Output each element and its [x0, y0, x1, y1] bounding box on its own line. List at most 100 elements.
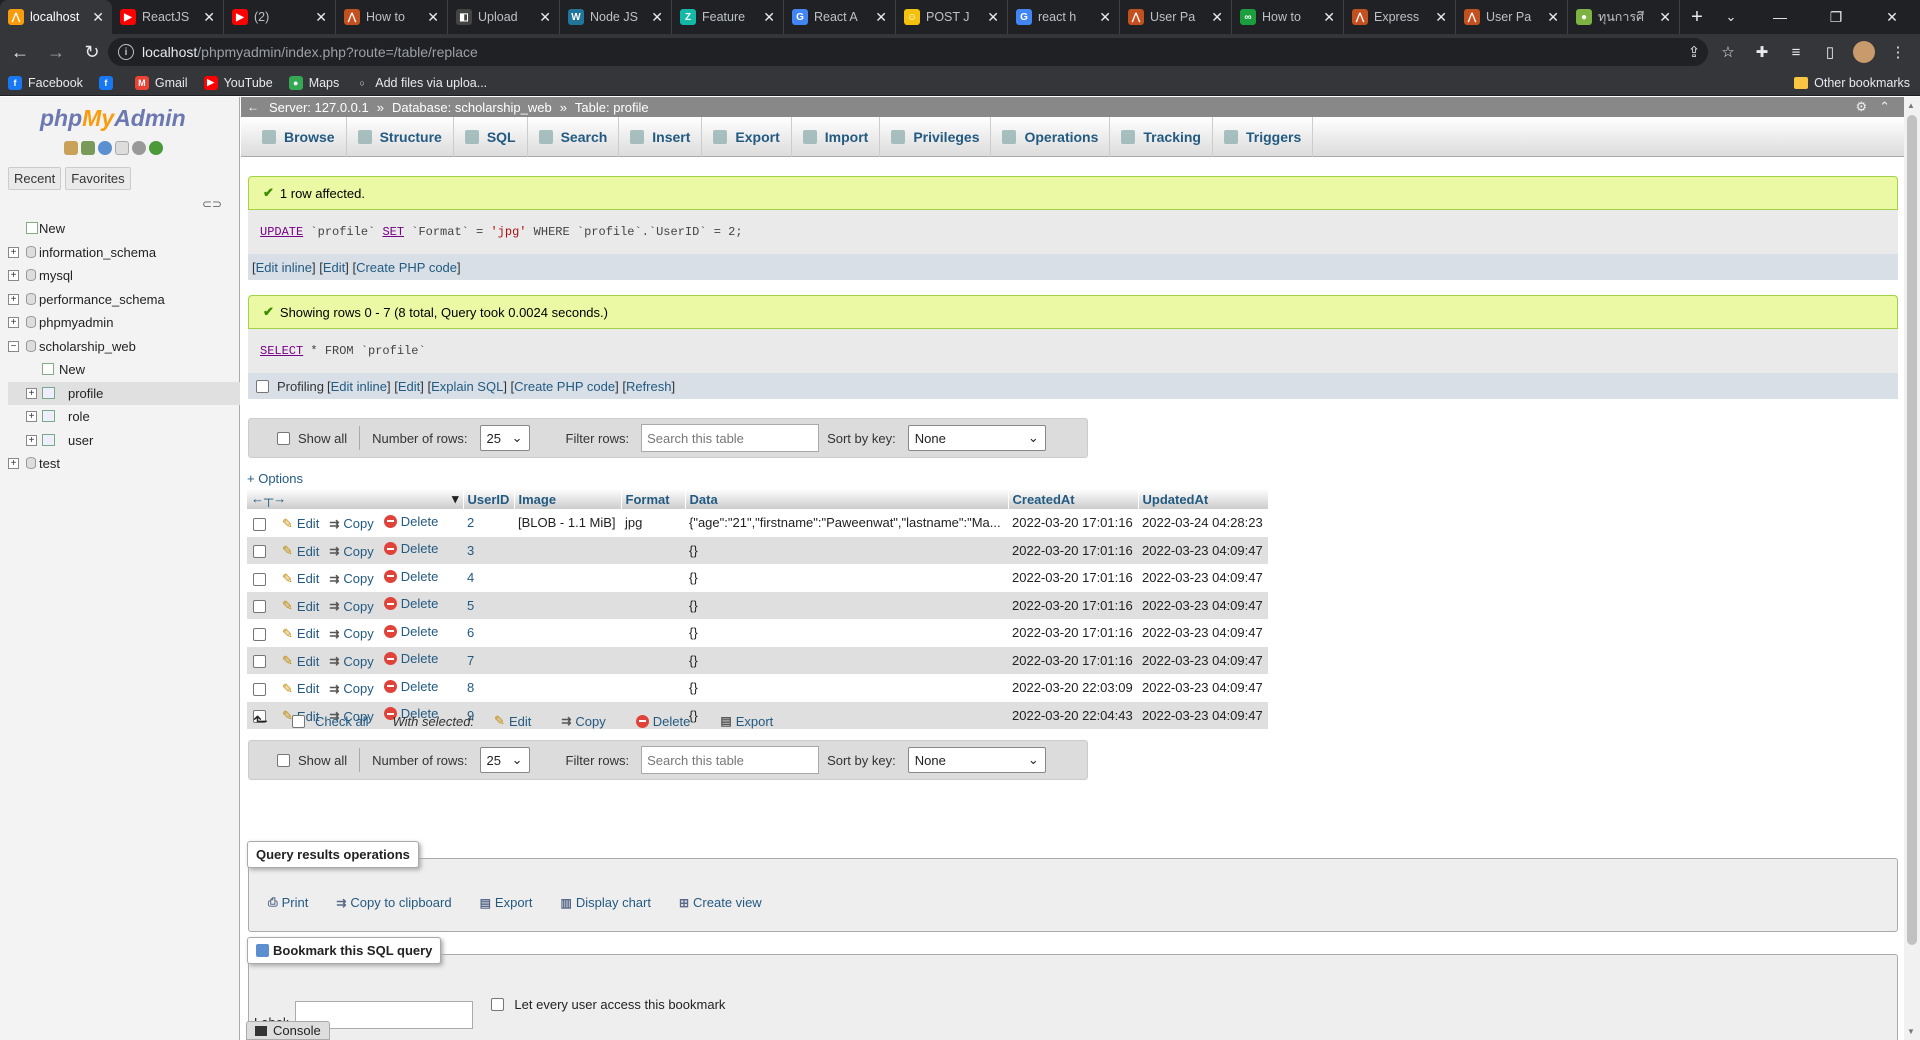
sql-keyword[interactable]: SELECT: [260, 344, 303, 358]
tree-item-information-schema[interactable]: + information_schema: [8, 241, 240, 265]
expand-icon[interactable]: +: [26, 387, 37, 399]
scrollbar-thumb[interactable]: [1907, 115, 1917, 945]
maximize-icon[interactable]: ❐: [1808, 0, 1864, 34]
column-header-data[interactable]: Data: [685, 489, 1009, 509]
tab-privileges[interactable]: Privileges: [880, 116, 992, 157]
tab-close-icon[interactable]: ✕: [1323, 9, 1335, 26]
expand-icon[interactable]: +: [8, 317, 19, 328]
show-all-checkbox[interactable]: [277, 431, 290, 445]
collapse-top-icon[interactable]: ⌃: [1879, 99, 1890, 115]
row-delete-button[interactable]: Delete: [383, 569, 438, 584]
edit-link[interactable]: Edit: [398, 379, 420, 394]
column-header-image[interactable]: Image: [514, 489, 622, 509]
browser-tab[interactable]: Z Feature ✕: [672, 0, 784, 34]
tab-close-icon[interactable]: ✕: [763, 9, 775, 26]
favorites-button[interactable]: Favorites: [65, 167, 131, 190]
tab-sql[interactable]: SQL: [454, 116, 528, 157]
extensions-icon[interactable]: ✚: [1748, 38, 1776, 66]
browser-tab[interactable]: ▶ (2) ✕: [224, 0, 336, 34]
browser-tab[interactable]: ● ทุนการศึ ✕: [1568, 0, 1680, 34]
edit-link[interactable]: Edit: [323, 260, 345, 275]
create-php-code-link[interactable]: Create PHP code: [356, 260, 457, 275]
tree-item-test[interactable]: + test: [8, 452, 240, 476]
bookmark-item[interactable]: ○ Add files via uploa...: [347, 71, 495, 95]
browser-tab[interactable]: ⋀ User Pa ✕: [1120, 0, 1232, 34]
media-icon[interactable]: ≡: [1782, 38, 1810, 66]
column-header-format[interactable]: Format: [621, 489, 686, 509]
bookmark-item[interactable]: f Facebook: [0, 71, 91, 95]
tab-export[interactable]: Export: [702, 116, 792, 157]
browser-tab[interactable]: Greact h ✕: [1008, 0, 1120, 34]
row-copy-button[interactable]: ⇉ Copy: [329, 544, 373, 559]
display-chart-button[interactable]: ▥ Display chart: [561, 895, 651, 910]
tree-item-performance-schema[interactable]: + performance_schema: [8, 288, 240, 312]
breadcrumb-server[interactable]: Server: 127.0.0.1: [269, 100, 369, 115]
scroll-down-icon[interactable]: ▼: [1907, 1027, 1915, 1036]
bulk-export-button[interactable]: ▤ Export: [720, 714, 773, 729]
browser-tab[interactable]: ⋀ Express ✕: [1344, 0, 1456, 34]
check-all-label[interactable]: Check all: [315, 714, 368, 729]
row-edit-button[interactable]: ✎ Edit: [282, 598, 319, 614]
link-with-main-icon[interactable]: ⊂⊃: [202, 197, 222, 211]
row-delete-button[interactable]: Delete: [383, 651, 438, 666]
docs-icon[interactable]: [115, 141, 129, 155]
expand-icon[interactable]: +: [8, 293, 19, 305]
expand-icon[interactable]: +: [8, 458, 19, 469]
page-scrollbar[interactable]: ▲ ▼: [1904, 97, 1920, 1040]
site-info-icon[interactable]: i: [118, 44, 134, 60]
tab-close-icon[interactable]: ✕: [1547, 9, 1559, 26]
tree-item-user[interactable]: + user: [8, 429, 240, 453]
share-icon[interactable]: ⇪: [1680, 38, 1708, 66]
logout-icon[interactable]: [81, 141, 95, 155]
row-delete-button[interactable]: Delete: [383, 596, 438, 611]
refresh-icon[interactable]: [149, 141, 163, 155]
settings-icon[interactable]: [132, 141, 146, 155]
edit-inline-link[interactable]: Edit inline: [256, 260, 312, 275]
tab-close-icon[interactable]: ✕: [92, 9, 104, 26]
tab-close-icon[interactable]: ✕: [1099, 9, 1111, 26]
browser-tab[interactable]: ∞ How to ✕: [1232, 0, 1344, 34]
print-button[interactable]: ⎙ Print: [268, 895, 308, 910]
expand-icon[interactable]: +: [26, 434, 37, 446]
tab-browse[interactable]: Browse: [251, 116, 347, 157]
row-checkbox[interactable]: [253, 517, 266, 531]
other-bookmarks[interactable]: Other bookmarks: [1794, 71, 1910, 95]
bookmark-item[interactable]: ● Maps: [281, 71, 348, 95]
bookmark-item[interactable]: f: [91, 71, 127, 95]
tab-structure[interactable]: Structure: [347, 116, 454, 157]
let-every-user-checkbox[interactable]: [491, 998, 505, 1011]
browser-tab[interactable]: ⋀ How to ✕: [336, 0, 448, 34]
tree-item-phpmyadmin[interactable]: + phpmyadmin: [8, 311, 240, 335]
side-panel-icon[interactable]: ▯: [1816, 38, 1844, 66]
recent-button[interactable]: Recent: [8, 167, 62, 190]
bookmark-item[interactable]: ▶ YouTube: [196, 71, 281, 95]
filter-rows-input[interactable]: Search this table: [641, 424, 820, 452]
bulk-copy-button[interactable]: ⇉ Copy: [561, 714, 605, 729]
sort-by-key-select[interactable]: None ⌄: [907, 425, 1046, 451]
row-delete-button[interactable]: Delete: [383, 679, 438, 694]
tree-item-new[interactable]: New: [8, 217, 240, 241]
sql-keyword[interactable]: SET: [382, 225, 404, 239]
row-edit-button[interactable]: ✎ Edit: [282, 571, 319, 587]
row-checkbox[interactable]: [253, 545, 266, 559]
row-delete-button[interactable]: Delete: [383, 541, 438, 556]
row-copy-button[interactable]: ⇉ Copy: [329, 626, 373, 641]
tab-close-icon[interactable]: ✕: [315, 9, 327, 26]
sort-by-key-select[interactable]: None ⌄: [907, 747, 1046, 773]
bulk-delete-button[interactable]: Delete: [635, 714, 690, 729]
tab-triggers[interactable]: Triggers: [1213, 116, 1314, 157]
address-bar[interactable]: i localhost/phpmyadmin/index.php?route=/…: [108, 38, 1708, 66]
new-tab-icon[interactable]: +: [1680, 0, 1714, 34]
create-view-button[interactable]: ⊞ Create view: [679, 895, 762, 910]
options-link[interactable]: + Options: [247, 471, 303, 486]
check-all-checkbox[interactable]: [292, 714, 306, 728]
row-edit-button[interactable]: ✎ Edit: [282, 681, 319, 697]
bulk-edit-button[interactable]: ✎ Edit: [494, 713, 531, 729]
profiling-checkbox[interactable]: [256, 379, 269, 393]
row-edit-button[interactable]: ✎ Edit: [282, 626, 319, 642]
tab-operations[interactable]: Operations: [991, 116, 1111, 157]
row-edit-button[interactable]: ✎ Edit: [282, 653, 319, 669]
row-delete-button[interactable]: Delete: [383, 624, 438, 639]
bookmark-item[interactable]: M Gmail: [127, 71, 196, 95]
tab-close-icon[interactable]: ✕: [539, 9, 551, 26]
